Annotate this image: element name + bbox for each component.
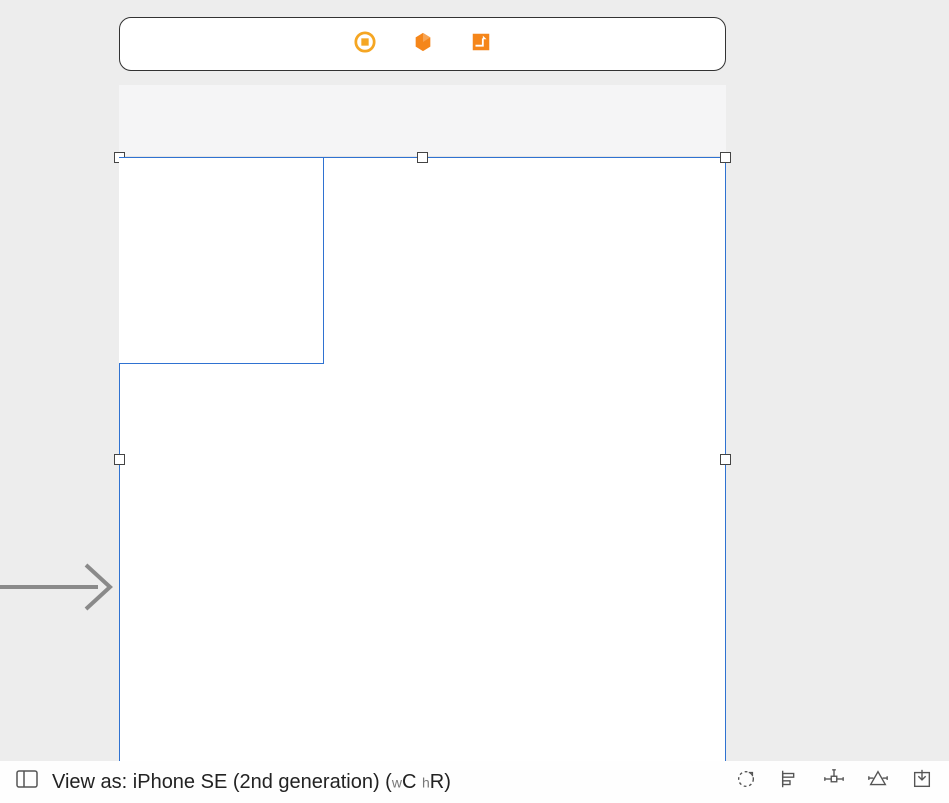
- canvas-footer: View as: iPhone SE (2nd generation) (wC …: [0, 761, 949, 803]
- view-as-control[interactable]: View as: iPhone SE (2nd generation) (wC …: [52, 771, 451, 794]
- storyboard-scene[interactable]: [119, 85, 726, 763]
- stop-icon[interactable]: [354, 31, 376, 58]
- initial-view-controller-arrow-icon[interactable]: [0, 555, 120, 624]
- resize-handle-mid-right[interactable]: [720, 454, 731, 465]
- align-icon[interactable]: [779, 768, 801, 796]
- height-class: R: [430, 771, 444, 793]
- child-uiview[interactable]: [119, 157, 324, 364]
- width-prefix: w: [392, 774, 402, 790]
- width-class: C: [402, 771, 416, 793]
- resize-handle-mid-left[interactable]: [114, 454, 125, 465]
- debug-bar: [119, 17, 726, 71]
- view-as-device: iPhone SE (2nd generation): [133, 771, 380, 793]
- status-bar-area[interactable]: [119, 85, 726, 157]
- pin-constraints-icon[interactable]: [823, 768, 845, 796]
- resolve-layout-icon[interactable]: [867, 768, 889, 796]
- panel-toggle-icon[interactable]: [16, 770, 38, 794]
- update-constraints-icon[interactable]: [735, 768, 757, 796]
- view-as-open-paren: (: [380, 771, 392, 793]
- footer-actions: [735, 768, 933, 796]
- debug-hierarchy-icon[interactable]: [412, 31, 434, 58]
- root-view[interactable]: [119, 157, 726, 763]
- resize-handle-top-mid[interactable]: [417, 152, 428, 163]
- view-as-close-paren: ): [444, 771, 451, 793]
- height-prefix: h: [422, 774, 430, 790]
- resize-handle-top-right[interactable]: [720, 152, 731, 163]
- debug-location-icon[interactable]: [470, 31, 492, 58]
- embed-in-icon[interactable]: [911, 768, 933, 796]
- view-as-prefix: View as:: [52, 771, 133, 793]
